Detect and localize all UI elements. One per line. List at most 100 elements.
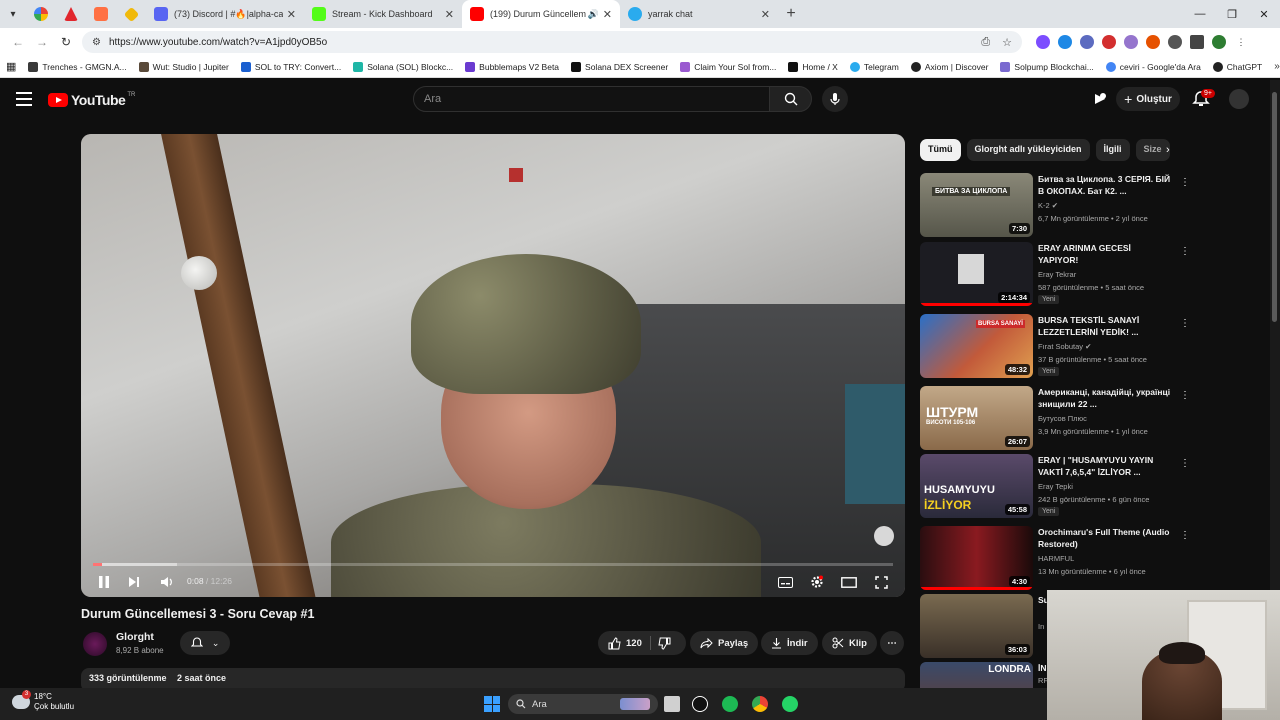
- reading-list-icon[interactable]: [1190, 35, 1204, 49]
- tab-youtube[interactable]: (199) Durum Güncellemesi 🔊 ✕: [462, 0, 620, 28]
- close-tab-icon[interactable]: ✕: [287, 8, 296, 21]
- tab-kick[interactable]: Stream - Kick Dashboard ✕: [304, 0, 462, 28]
- subscription-notification-button[interactable]: ⌄: [180, 631, 230, 655]
- clip-button[interactable]: Klip: [822, 631, 877, 655]
- settings-button[interactable]: [809, 574, 825, 590]
- profile-avatar-icon[interactable]: [1212, 35, 1226, 49]
- recommendation-item[interactable]: ШТУРМ ВИСОТИ 105-106 26:07 Американці, к…: [920, 386, 1190, 452]
- next-button[interactable]: [127, 574, 141, 590]
- scrollbar-thumb[interactable]: [1272, 92, 1277, 322]
- like-count[interactable]: 120: [626, 638, 642, 649]
- tab-search-icon[interactable]: ▾: [0, 0, 26, 28]
- purple-extension-icon[interactable]: [1124, 35, 1138, 49]
- search-input[interactable]: Ara: [413, 86, 770, 112]
- puzzle-extensions-icon[interactable]: [1168, 35, 1182, 49]
- spotify-icon[interactable]: [722, 696, 738, 712]
- bookmark-item[interactable]: Claim Your Sol from...: [680, 61, 776, 72]
- chip-related[interactable]: İlgili: [1095, 139, 1130, 161]
- chip-from-uploader[interactable]: Glorght adlı yükleyiciden: [966, 139, 1090, 161]
- close-window-icon[interactable]: ✕: [1248, 8, 1280, 21]
- reload-icon[interactable]: ↻: [54, 35, 78, 49]
- subtitles-button[interactable]: [777, 574, 793, 590]
- bookmark-item[interactable]: Bubblemaps V2 Beta: [465, 61, 559, 72]
- video-thumbnail[interactable]: 36:03: [920, 594, 1033, 658]
- more-actions-button[interactable]: ⋯: [880, 631, 904, 655]
- start-button[interactable]: [484, 696, 500, 712]
- chevron-right-icon[interactable]: ›: [1166, 144, 1170, 156]
- install-app-icon[interactable]: ⎙: [981, 36, 990, 49]
- volume-button[interactable]: [159, 574, 175, 590]
- chrome-icon[interactable]: [752, 696, 768, 712]
- theater-mode-button[interactable]: [841, 574, 857, 590]
- chrome-menu-icon[interactable]: ⋮: [1234, 35, 1248, 49]
- channel-watermark-icon[interactable]: [874, 526, 894, 546]
- bookmark-star-icon[interactable]: ☆: [1002, 36, 1012, 49]
- url-text[interactable]: https://www.youtube.com/watch?v=A1jpd0yO…: [109, 37, 969, 48]
- bookmark-item[interactable]: Solpump Blockchai...: [1000, 61, 1094, 72]
- dislike-button[interactable]: [658, 637, 671, 650]
- whatsapp-icon[interactable]: [782, 696, 798, 712]
- obs-icon[interactable]: [692, 696, 708, 712]
- more-vert-icon[interactable]: ⋮: [1180, 246, 1190, 257]
- recommendation-item[interactable]: БИТВА ЗА ЦИКЛОПА 7:30 Битва за Циклопа. …: [920, 173, 1190, 239]
- wave-extension-icon[interactable]: [1080, 35, 1094, 49]
- share-button[interactable]: Paylaş: [690, 631, 759, 655]
- download-button[interactable]: İndir: [761, 631, 818, 655]
- bookmark-item[interactable]: Axiom | Discover: [910, 61, 988, 72]
- omnibox[interactable]: ⚙ https://www.youtube.com/watch?v=A1jpd0…: [82, 31, 1022, 53]
- recommendation-item[interactable]: BURSA SANAYİ 48:32 BURSA TEKSTİL SANAYİ …: [920, 314, 1190, 380]
- close-tab-icon[interactable]: ✕: [761, 8, 770, 21]
- close-tab-icon[interactable]: ✕: [445, 8, 454, 21]
- blue-extension-icon[interactable]: [1058, 35, 1072, 49]
- pause-button[interactable]: [97, 574, 111, 590]
- pinned-tab-binance[interactable]: [116, 0, 146, 28]
- pinned-tab-google[interactable]: [26, 0, 56, 28]
- video-thumbnail[interactable]: ШТУРМ ВИСОТИ 105-106 26:07: [920, 386, 1033, 450]
- voice-search-button[interactable]: [822, 86, 848, 112]
- tab-telegram[interactable]: yarrak chat ✕: [620, 0, 778, 28]
- video-thumbnail[interactable]: 2:14:34: [920, 242, 1033, 306]
- studio-icon[interactable]: [1092, 91, 1108, 107]
- search-button[interactable]: [769, 86, 812, 112]
- menu-hamburger-icon[interactable]: [16, 92, 32, 106]
- video-thumbnail[interactable]: 4:30: [920, 526, 1033, 590]
- recommendation-item[interactable]: HUSAMYUYU İZLİYOR 45:58 ERAY | "HUSAMYUY…: [920, 454, 1190, 520]
- more-vert-icon[interactable]: ⋮: [1180, 318, 1190, 329]
- more-vert-icon[interactable]: ⋮: [1180, 390, 1190, 401]
- video-thumbnail[interactable]: LONDRA: [920, 662, 1033, 688]
- video-player[interactable]: 0:08 / 12:26: [81, 134, 905, 597]
- bookmark-item[interactable]: Home / X: [788, 61, 838, 72]
- fullscreen-button[interactable]: [873, 574, 889, 590]
- red-extension-icon[interactable]: [1102, 35, 1116, 49]
- video-thumbnail[interactable]: BURSA SANAYİ 48:32: [920, 314, 1033, 378]
- progress-bar[interactable]: [93, 563, 893, 566]
- channel-avatar[interactable]: [83, 632, 107, 656]
- channel-name[interactable]: Glorght: [116, 631, 154, 643]
- video-thumbnail[interactable]: HUSAMYUYU İZLİYOR 45:58: [920, 454, 1033, 518]
- bookmark-item[interactable]: ceviri - Google'da Ara: [1105, 61, 1201, 72]
- forward-icon[interactable]: →: [30, 35, 54, 49]
- apps-grid-icon[interactable]: ▦: [6, 60, 16, 73]
- account-avatar[interactable]: [1229, 89, 1249, 109]
- speaker-icon[interactable]: 🔊: [588, 9, 599, 20]
- recommendation-item[interactable]: 4:30 Orochimaru's Full Theme (Audio Rest…: [920, 526, 1190, 592]
- taskbar-search[interactable]: Ara: [508, 694, 658, 714]
- like-button[interactable]: [608, 636, 621, 650]
- more-bookmarks-icon[interactable]: »: [1274, 61, 1280, 72]
- pen-extension-icon[interactable]: [1036, 35, 1050, 49]
- pinned-tab-download[interactable]: [86, 0, 116, 28]
- minimize-icon[interactable]: —: [1184, 8, 1216, 21]
- restore-icon[interactable]: ❐: [1216, 8, 1248, 21]
- bookmark-item[interactable]: Solana DEX Screener: [571, 61, 668, 72]
- pinned-tab-a[interactable]: [56, 0, 86, 28]
- fox-extension-icon[interactable]: [1146, 35, 1160, 49]
- bookmark-item[interactable]: SOL to TRY: Convert...: [240, 61, 341, 72]
- bookmark-item[interactable]: Trenches - GMGN.A...: [28, 61, 127, 72]
- chip-for-you[interactable]: Size: [1135, 139, 1170, 161]
- more-vert-icon[interactable]: ⋮: [1180, 458, 1190, 469]
- bookmark-item[interactable]: Wut: Studio | Jupiter: [138, 61, 229, 72]
- new-tab-button[interactable]: +: [778, 5, 804, 23]
- create-button[interactable]: + Oluştur: [1116, 87, 1180, 111]
- back-icon[interactable]: ←: [6, 35, 30, 49]
- bookmark-item[interactable]: Solana (SOL) Blockc...: [353, 61, 453, 72]
